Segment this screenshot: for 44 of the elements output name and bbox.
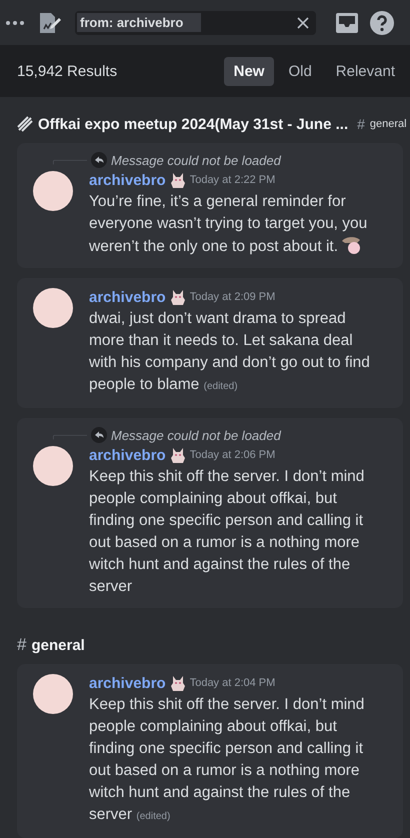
thread-icon [17,116,33,132]
document-pen-icon[interactable] [37,10,61,35]
timestamp: Today at 2:22 PM [190,174,276,186]
message-card[interactable] [17,418,403,608]
author-name[interactable]: archivebro [89,446,166,464]
results-count: 15,942 Results [17,62,118,80]
help-icon[interactable] [370,10,394,35]
sort-tab[interactable]: Relevant [326,56,405,86]
avatar [33,446,73,486]
reply-icon [91,427,107,443]
sort-tab[interactable]: Old [278,56,322,86]
badge-icon [170,674,186,692]
reply-text: Message could not be loaded [111,152,281,168]
message-text: You’re fine, it’s a general reminder for everyone wasn’t trying to target you, you weren’t the only one to post about it. [89,193,368,255]
close-icon[interactable] [297,16,309,29]
more-icon[interactable] [5,20,25,26]
message-text: Keep this shit off the server. I don’t mind people complaining about offkai, but finding one specific person and calling it out based on a rumor is a nothing more witch hunt and against the rules of the server [89,468,364,595]
reply-icon [91,152,107,168]
timestamp: Today at 2:09 PM [190,291,276,303]
author-name[interactable]: archivebro [89,674,166,692]
author-name[interactable]: archivebro [89,172,166,188]
badge-icon [170,288,186,306]
message-text: Keep this shit off the server. I don’t mind people complaining about offkai, but finding one specific person and calling it out based on a rumor is a nothing more witch hunt and against the rules of the server (edited) [89,696,364,823]
hash-sign: # [17,635,26,655]
avatar [33,288,73,328]
sort-tab[interactable]: New [224,56,274,86]
avatar [33,674,73,714]
message-card[interactable] [17,664,403,838]
avatar [33,171,73,211]
channel-name[interactable]: general [370,118,407,130]
badge-icon [170,171,186,189]
inbox-icon[interactable] [336,12,358,33]
badge-icon [170,446,186,464]
timestamp: Today at 2:06 PM [190,449,276,461]
author-name[interactable]: archivebro [89,288,166,306]
message-card[interactable]: archivebro Today at 2:09 PM dwai, just don’t want drama to spread more than it needs to. Let sakana deal with his company and don’t go out to find people to blame (edited) [17,278,403,408]
message-card[interactable]: Message could not be loaded archivebro Today at 2:22 PM You’re fine, it’s a general reminder for everyone wasn’t trying to target you, you weren’t the only one to post about it. [17,143,403,268]
hash-sign: # [357,116,365,132]
channel-name[interactable]: general [31,636,85,654]
reply-text: Message could not be loaded [111,428,281,442]
search-field[interactable]: from: archivebro [75,10,316,35]
timestamp: Today at 2:04 PM [190,677,276,689]
thread-title[interactable]: Offkai expo meetup 2024(May 31st - June ... [38,116,348,132]
message-text: dwai, just don’t want drama to spread more than it needs to. Let sakana deal with his company and don’t go out to find people to blame (edited) [89,310,370,393]
